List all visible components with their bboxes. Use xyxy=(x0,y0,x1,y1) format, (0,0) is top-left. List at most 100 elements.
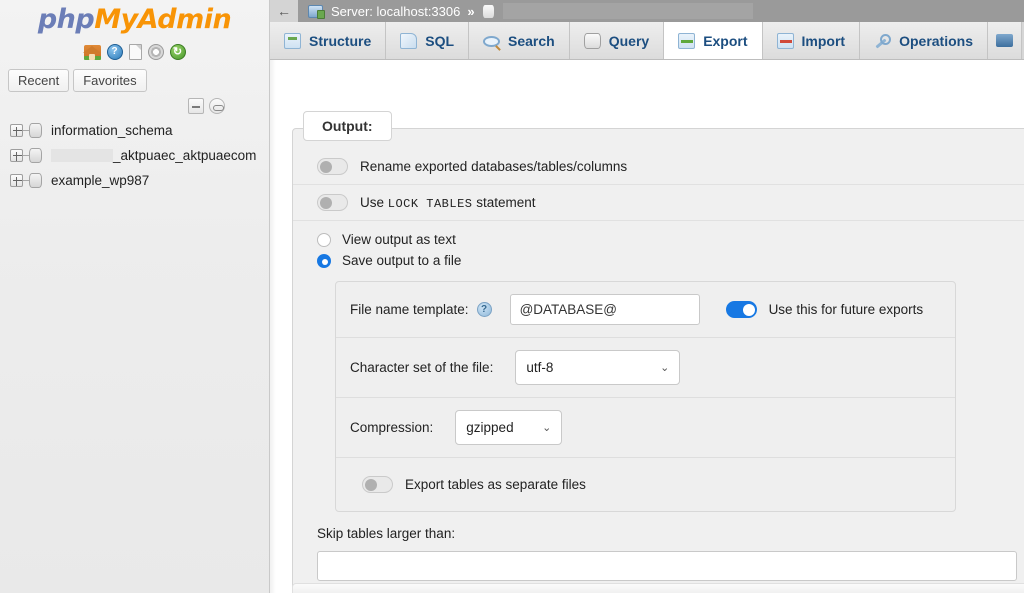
sidebar-tabs: Recent Favorites xyxy=(0,63,269,92)
toggle-link-button[interactable] xyxy=(209,98,225,114)
file-name-template-label: File name template: xyxy=(350,302,469,317)
lock-mono: LOCK TABLES xyxy=(387,196,473,211)
lock-tables-label: Use LOCK TABLES statement xyxy=(360,195,536,211)
separate-files-label: Export tables as separate files xyxy=(405,477,586,492)
rename-option-row[interactable]: Rename exported databases/tables/columns xyxy=(293,149,1024,185)
documentation-icon[interactable] xyxy=(128,44,142,60)
chevron-down-icon: ⌄ xyxy=(542,422,552,434)
sidebar: phpMyAdmin ? ↻ Recent Favorites informat… xyxy=(0,0,270,593)
radio-view-as-text-label: View output as text xyxy=(342,232,456,247)
refresh-icon[interactable]: ↻ xyxy=(169,44,186,60)
back-button[interactable]: ← xyxy=(270,0,298,22)
rename-toggle[interactable] xyxy=(317,158,348,175)
radio-save-to-file-row[interactable]: Save output to a file xyxy=(293,250,1024,271)
file-name-template-input[interactable] xyxy=(509,294,700,325)
tab-sql[interactable]: SQL xyxy=(386,22,470,59)
tab-label: Query xyxy=(608,32,650,49)
lock-tables-option-row[interactable]: Use LOCK TABLES statement xyxy=(293,185,1024,221)
tab-label: Structure xyxy=(309,32,372,49)
panel-shadow xyxy=(270,60,276,593)
tab-label: Import xyxy=(801,32,846,49)
import-icon xyxy=(776,32,794,49)
phpmyadmin-logo[interactable]: phpMyAdmin xyxy=(0,0,269,35)
file-name-template-row: File name template: ? Use this for futur… xyxy=(336,282,955,338)
list-item[interactable]: _aktpuaec_aktpuaecom xyxy=(10,143,269,168)
list-item[interactable]: information_schema xyxy=(10,118,269,143)
tab-export[interactable]: Export xyxy=(664,22,763,59)
tab-structure[interactable]: Structure xyxy=(270,22,387,59)
next-section-strip xyxy=(292,583,1024,593)
radio-view-as-text-row[interactable]: View output as text xyxy=(293,229,1024,250)
output-destination-group: View output as text Save output to a fil… xyxy=(293,221,1024,271)
skip-tables-group: Skip tables larger than: The size is mea… xyxy=(293,512,1024,593)
expand-icon[interactable] xyxy=(10,124,23,137)
breadcrumb-server[interactable]: Server: localhost:3306 xyxy=(331,4,460,19)
charset-row: Character set of the file: utf-8 ⌄ xyxy=(336,338,955,398)
tab-recent[interactable]: Recent xyxy=(8,69,70,92)
server-icon xyxy=(308,4,325,19)
phpmyadmin-window: phpMyAdmin ? ↻ Recent Favorites informat… xyxy=(0,0,1024,593)
list-item[interactable]: example_wp987 xyxy=(10,168,269,193)
sidebar-icon-row: ? ↻ xyxy=(0,41,269,63)
logo-admin: Admin xyxy=(137,4,232,35)
output-legend: Output: xyxy=(303,111,392,141)
radio-save-to-file-label: Save output to a file xyxy=(342,253,462,268)
database-icon xyxy=(29,173,42,188)
breadcrumb: ← Server: localhost:3306 » xyxy=(270,0,1024,22)
tab-label: SQL xyxy=(425,32,455,49)
database-name[interactable]: _aktpuaec_aktpuaecom xyxy=(51,148,256,163)
logo-php: php xyxy=(37,4,95,35)
structure-icon xyxy=(284,32,301,49)
charset-label: Character set of the file: xyxy=(350,360,494,375)
redacted-prefix xyxy=(51,149,113,162)
separate-files-row[interactable]: Export tables as separate files xyxy=(336,458,955,511)
settings-gear-icon[interactable] xyxy=(147,44,164,60)
tab-operations[interactable]: Operations xyxy=(860,22,988,59)
database-icon xyxy=(481,3,495,19)
skip-tables-label: Skip tables larger than: xyxy=(317,526,456,541)
separate-files-toggle[interactable] xyxy=(362,476,393,493)
expand-icon[interactable] xyxy=(10,149,23,162)
skip-tables-input[interactable] xyxy=(317,551,1017,581)
compression-select[interactable]: gzipped ⌄ xyxy=(455,410,563,445)
operations-icon xyxy=(874,33,892,49)
compression-row: Compression: gzipped ⌄ xyxy=(336,398,955,458)
rename-toggle-label: Rename exported databases/tables/columns xyxy=(360,159,628,174)
logo-my: My xyxy=(94,4,138,35)
main-panel: ← Server: localhost:3306 » Structure SQL… xyxy=(270,0,1024,593)
lock-tables-toggle[interactable] xyxy=(317,194,348,211)
radio-save-to-file[interactable] xyxy=(317,253,331,268)
output-fieldset: Output: Rename exported databases/tables… xyxy=(292,111,1024,593)
tab-label: Operations xyxy=(899,32,973,49)
database-name[interactable]: information_schema xyxy=(51,123,173,138)
future-exports-toggle[interactable] xyxy=(725,301,757,318)
sql-icon xyxy=(400,32,418,49)
breadcrumb-database-redacted[interactable] xyxy=(502,3,753,19)
tab-search[interactable]: Search xyxy=(469,22,570,59)
compression-value: gzipped xyxy=(466,420,514,435)
file-options-subpanel: File name template: ? Use this for futur… xyxy=(335,281,956,512)
help-icon[interactable]: ? xyxy=(106,44,123,60)
chevron-down-icon: ⌄ xyxy=(660,362,670,374)
home-icon[interactable] xyxy=(82,44,101,60)
database-name-text: _aktpuaec_aktpuaecom xyxy=(113,148,257,163)
database-tree: information_schema _aktpuaec_aktpuaecom … xyxy=(0,116,269,193)
more-icon xyxy=(996,34,1013,47)
lock-prefix: Use xyxy=(360,194,388,210)
tab-query[interactable]: Query xyxy=(569,22,665,59)
radio-view-as-text[interactable] xyxy=(317,232,331,247)
expand-icon[interactable] xyxy=(10,174,23,187)
export-icon xyxy=(678,32,696,49)
collapse-all-button[interactable] xyxy=(188,98,204,114)
future-exports-label: Use this for future exports xyxy=(768,302,924,317)
tab-label: Export xyxy=(703,32,748,49)
tab-overflow[interactable] xyxy=(988,22,1022,59)
tree-tools xyxy=(0,92,269,116)
help-icon[interactable]: ? xyxy=(476,302,492,317)
compression-label: Compression: xyxy=(350,420,434,435)
tab-favorites[interactable]: Favorites xyxy=(73,69,147,92)
charset-select[interactable]: utf-8 ⌄ xyxy=(515,350,681,385)
tab-import[interactable]: Import xyxy=(762,22,861,59)
database-name[interactable]: example_wp987 xyxy=(51,173,149,188)
charset-value: utf-8 xyxy=(526,360,554,375)
